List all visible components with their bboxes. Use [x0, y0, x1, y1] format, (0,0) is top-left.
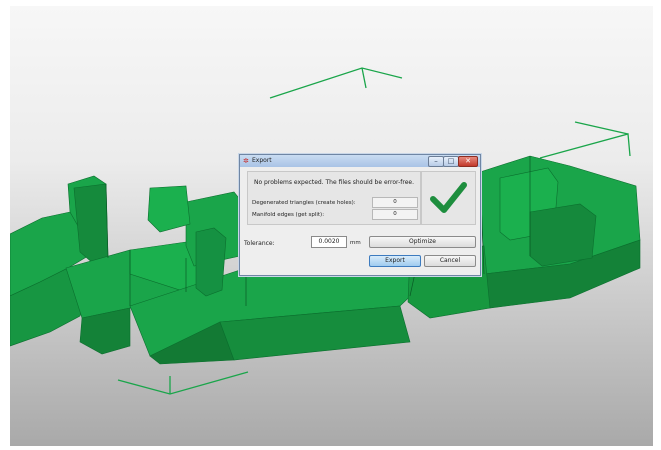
info-panel: No problems expected. The files should b… — [247, 171, 421, 225]
optimize-button[interactable]: Optimize — [369, 236, 476, 248]
degenerated-triangles-label: Degenerated triangles (create holes): — [252, 200, 356, 206]
checkmark-icon — [430, 182, 467, 213]
tolerance-input[interactable]: 0.0020 — [311, 236, 347, 248]
tolerance-label: Tolerance: — [244, 240, 275, 247]
dialog-titlebar[interactable]: ✲ Export – □ ✕ — [240, 155, 480, 167]
manifold-edges-label: Manifold edges (get split): — [252, 212, 325, 218]
status-icon-panel — [421, 171, 476, 225]
dialog-title: Export — [252, 157, 272, 164]
cancel-button[interactable]: Cancel — [424, 255, 476, 267]
manifold-edges-value: 0 — [372, 209, 418, 220]
bbox-bracket-right-tick — [574, 121, 629, 135]
export-button[interactable]: Export — [369, 255, 421, 267]
close-button[interactable]: ✕ — [458, 156, 478, 167]
bbox-bracket-top-tick — [361, 67, 367, 89]
tolerance-unit: mm — [350, 240, 361, 246]
bbox-bracket-top — [269, 67, 403, 99]
maximize-button[interactable]: □ — [443, 156, 459, 167]
app-icon: ✲ — [243, 157, 249, 165]
status-message: No problems expected. The files should b… — [253, 179, 414, 186]
bbox-bracket-bottom — [117, 371, 249, 395]
export-dialog: ✲ Export – □ ✕ No problems expected. The… — [239, 154, 481, 276]
3d-viewport[interactable]: ✲ Export – □ ✕ No problems expected. The… — [10, 6, 653, 446]
degenerated-triangles-value: 0 — [372, 197, 418, 208]
minimize-button[interactable]: – — [428, 156, 444, 167]
bbox-bracket-right — [539, 133, 631, 159]
